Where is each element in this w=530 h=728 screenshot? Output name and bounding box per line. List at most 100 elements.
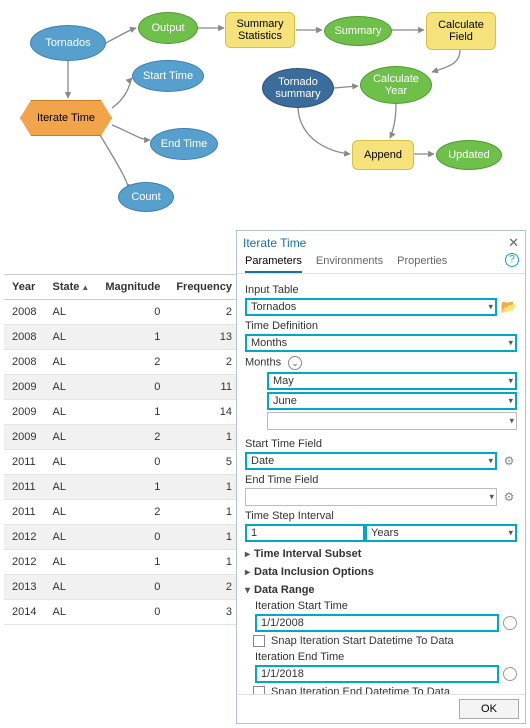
- tab-environments[interactable]: Environments: [316, 255, 383, 273]
- cell-state: AL: [44, 500, 97, 525]
- cell-magnitude: 1: [97, 475, 168, 500]
- node-summary[interactable]: Summary: [324, 16, 392, 46]
- input-table-field[interactable]: Tornados ▾: [245, 298, 497, 316]
- cell-year: 2012: [4, 550, 44, 575]
- end-time-field[interactable]: ▾: [245, 488, 497, 506]
- tab-parameters[interactable]: Parameters: [245, 255, 302, 273]
- table-row[interactable]: 2008AL02: [4, 300, 240, 325]
- node-summary-statistics[interactable]: Summary Statistics: [225, 12, 295, 48]
- browse-icon[interactable]: 📂: [501, 299, 517, 315]
- iter-start-field[interactable]: 1/1/2008: [255, 614, 499, 632]
- table-row[interactable]: 2012AL11: [4, 550, 240, 575]
- table-row[interactable]: 2011AL05: [4, 450, 240, 475]
- cell-year: 2009: [4, 425, 44, 450]
- node-end-time[interactable]: End Time: [150, 128, 218, 160]
- node-start-time[interactable]: Start Time: [132, 60, 204, 92]
- model-diagram: Tornados Output Summary Statistics Summa…: [0, 0, 530, 225]
- label-iter-end: Iteration End Time: [255, 651, 517, 663]
- expand-months-icon[interactable]: ⌄: [288, 356, 302, 370]
- node-label: Count: [131, 191, 160, 203]
- node-calculate-year[interactable]: Calculate Year: [360, 66, 432, 104]
- month-field-3[interactable]: ▾: [267, 412, 517, 430]
- table-row[interactable]: 2011AL21: [4, 500, 240, 525]
- node-count[interactable]: Count: [118, 182, 174, 212]
- table-row[interactable]: 2011AL11: [4, 475, 240, 500]
- col-state[interactable]: State▲: [44, 275, 97, 300]
- panel-title: Iterate Time: [243, 236, 306, 250]
- section-time-interval-subset[interactable]: Time Interval Subset: [245, 548, 517, 560]
- node-label: Append: [364, 149, 402, 161]
- gear-icon[interactable]: [501, 453, 517, 469]
- table-row[interactable]: 2013AL02: [4, 575, 240, 600]
- table-row[interactable]: 2012AL01: [4, 525, 240, 550]
- cell-year: 2013: [4, 575, 44, 600]
- sort-icon: ▲: [81, 283, 89, 292]
- cell-state: AL: [44, 575, 97, 600]
- col-frequency[interactable]: Frequency: [168, 275, 240, 300]
- iterate-time-panel: Iterate Time ✕ Parameters Environments P…: [236, 230, 526, 724]
- section-data-range[interactable]: Data Range: [245, 584, 517, 596]
- chevron-down-icon: ▾: [489, 492, 494, 503]
- node-calculate-field[interactable]: Calculate Field: [426, 12, 496, 50]
- node-label: Tornados: [45, 37, 90, 49]
- table-row[interactable]: 2008AL22: [4, 350, 240, 375]
- node-label: Calculate Field: [431, 19, 491, 43]
- cell-frequency: 1: [168, 475, 240, 500]
- chevron-right-icon: [245, 549, 250, 560]
- ok-button[interactable]: OK: [459, 699, 519, 719]
- node-output[interactable]: Output: [138, 12, 198, 44]
- node-tornados[interactable]: Tornados: [30, 25, 106, 61]
- close-icon[interactable]: ✕: [508, 235, 519, 251]
- iter-end-field[interactable]: 1/1/2018: [255, 665, 499, 683]
- col-year[interactable]: Year: [4, 275, 44, 300]
- section-data-inclusion[interactable]: Data Inclusion Options: [245, 566, 517, 578]
- node-label: End Time: [161, 138, 207, 150]
- node-append[interactable]: Append: [352, 140, 414, 170]
- month-field-2[interactable]: June▾: [267, 392, 517, 410]
- result-table: Year State▲ Magnitude Frequency 2008AL02…: [4, 274, 224, 625]
- table-header-row: Year State▲ Magnitude Frequency: [4, 275, 240, 300]
- field-value: June: [273, 395, 297, 407]
- cell-magnitude: 1: [97, 400, 168, 425]
- checkbox-label: Snap Iteration Start Datetime To Data: [271, 635, 454, 647]
- month-field-1[interactable]: May▾: [267, 372, 517, 390]
- snap-end-row[interactable]: Snap Iteration End Datetime To Data: [253, 686, 517, 694]
- cell-magnitude: 2: [97, 500, 168, 525]
- time-definition-field[interactable]: Months ▾: [245, 334, 517, 352]
- col-magnitude[interactable]: Magnitude: [97, 275, 168, 300]
- checkbox-snap-start[interactable]: [253, 635, 265, 647]
- tsi-value-field[interactable]: 1: [245, 524, 365, 542]
- checkbox-snap-end[interactable]: [253, 686, 265, 694]
- cell-year: 2009: [4, 375, 44, 400]
- snap-start-row[interactable]: Snap Iteration Start Datetime To Data: [253, 635, 517, 647]
- field-value: 1/1/2018: [261, 668, 304, 680]
- node-iterate-time[interactable]: Iterate Time: [20, 100, 112, 136]
- table-row[interactable]: 2009AL21: [4, 425, 240, 450]
- clock-icon[interactable]: [503, 616, 517, 630]
- cell-state: AL: [44, 300, 97, 325]
- cell-state: AL: [44, 475, 97, 500]
- cell-frequency: 1: [168, 550, 240, 575]
- tab-properties[interactable]: Properties: [397, 255, 447, 273]
- field-value: Date: [251, 455, 274, 467]
- tsi-unit-field[interactable]: Years▾: [365, 524, 517, 542]
- table-row[interactable]: 2009AL114: [4, 400, 240, 425]
- node-label: Output: [151, 22, 184, 34]
- label-start-time-field: Start Time Field: [245, 438, 517, 450]
- start-time-field[interactable]: Date ▾: [245, 452, 497, 470]
- chevron-down-icon: ▾: [508, 528, 513, 539]
- gear-icon[interactable]: [501, 489, 517, 505]
- cell-state: AL: [44, 600, 97, 625]
- node-updated[interactable]: Updated: [436, 140, 502, 170]
- help-icon[interactable]: ?: [505, 253, 519, 267]
- chevron-down-icon: ▾: [488, 456, 493, 467]
- node-label: Summary Statistics: [230, 18, 290, 42]
- table-row[interactable]: 2008AL113: [4, 325, 240, 350]
- table-row[interactable]: 2014AL03: [4, 600, 240, 625]
- clock-icon[interactable]: [503, 667, 517, 681]
- table-row[interactable]: 2009AL011: [4, 375, 240, 400]
- panel-tabs: Parameters Environments Properties ?: [237, 253, 525, 274]
- cell-magnitude: 1: [97, 550, 168, 575]
- node-tornado-summary[interactable]: Tornado summary: [262, 68, 334, 108]
- field-value: 1/1/2008: [261, 617, 304, 629]
